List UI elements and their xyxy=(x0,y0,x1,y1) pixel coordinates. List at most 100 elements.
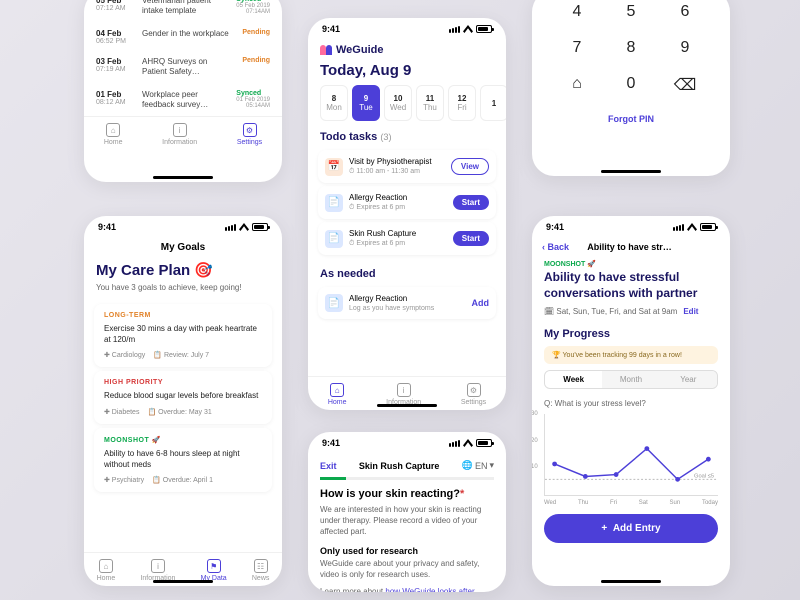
date-cell[interactable]: 10Wed xyxy=(384,85,412,121)
section-header-asneeded: As needed xyxy=(308,258,506,284)
asneeded-task[interactable]: 📄 Allergy ReactionLog as you have sympto… xyxy=(318,287,496,319)
goal-detail-screen: 9:41 ‹ BackAbility to have str… MOONSHOT… xyxy=(532,216,730,586)
date-scroller[interactable]: 8Mon9Tue10Wed11Thu12Fri1 xyxy=(308,85,506,121)
schedule-row: 🗓 Sat, Sun, Tue, Fri, and Sat at 9amEdit xyxy=(532,307,730,324)
sync-row[interactable]: 05 Feb07:12 AMVeterinarian patient intak… xyxy=(84,0,282,23)
forgot-pin-link[interactable]: Forgot PIN xyxy=(532,108,730,130)
form-icon: 📄 xyxy=(325,294,343,312)
status-bar: 9:41 xyxy=(84,216,282,238)
task-icon: 📄 xyxy=(325,194,343,212)
signal-icon xyxy=(225,224,236,231)
faceid-key[interactable]: ⌂ xyxy=(552,68,602,102)
tab-bar: ⌂Home iInformation ⚙Settings xyxy=(84,116,282,150)
globe-icon: 🌐 xyxy=(462,460,473,471)
seg-week[interactable]: Week xyxy=(545,371,602,388)
date-cell[interactable]: 8Mon xyxy=(320,85,348,121)
section-header-todo: Todo tasks (3) xyxy=(308,121,506,147)
progress-header: My Progress xyxy=(532,324,730,344)
tab-information[interactable]: iInformation xyxy=(386,383,421,406)
task-icon: 📄 xyxy=(325,230,343,248)
page-subtitle: You have 3 goals to achieve, keep going! xyxy=(84,283,282,300)
sync-row[interactable]: 03 Feb07:19 AMAHRQ Surveys on Patient Sa… xyxy=(84,51,282,84)
tab-information[interactable]: iInformation xyxy=(162,123,197,146)
pin-pad-screen: 456 789 ⌂0⌫ Forgot PIN xyxy=(532,0,730,176)
date-cell[interactable]: 1 xyxy=(480,85,506,121)
back-button[interactable]: ‹ Back xyxy=(542,242,569,252)
wifi-icon xyxy=(239,223,249,231)
question-body-3: Learn more about how WeGuide looks after xyxy=(308,586,506,592)
num-key-7[interactable]: 7 xyxy=(552,32,602,64)
num-key-0[interactable]: 0 xyxy=(606,68,656,102)
date-cell[interactable]: 12Fri xyxy=(448,85,476,121)
edit-schedule-button[interactable]: Edit xyxy=(683,307,698,316)
goal-card[interactable]: LONG-TERMExercise 30 mins a day with pea… xyxy=(94,304,272,367)
battery-icon xyxy=(252,223,268,231)
tab-home[interactable]: ⌂Home xyxy=(97,559,116,582)
info-icon: i xyxy=(173,123,187,137)
num-key-8[interactable]: 8 xyxy=(606,32,656,64)
sync-row[interactable]: 04 Feb06:52 PMGender in the workplacePen… xyxy=(84,23,282,51)
language-selector[interactable]: 🌐EN ▾ xyxy=(462,460,494,471)
brand-logo: WeGuide xyxy=(308,40,506,60)
range-segment[interactable]: WeekMonthYear xyxy=(544,370,718,389)
task-card[interactable]: 📄Skin Rush Capture⏱ Expires at 6 pmStart xyxy=(318,222,496,255)
add-entry-button[interactable]: + Add Entry xyxy=(544,514,718,543)
date-cell[interactable]: 9Tue xyxy=(352,85,380,121)
task-action-button[interactable]: View xyxy=(451,158,489,175)
goal-card[interactable]: MOONSHOT 🚀Ability to have 6-8 hours slee… xyxy=(94,428,272,492)
add-button[interactable]: Add xyxy=(472,298,490,308)
task-action-button[interactable]: Start xyxy=(453,231,489,246)
num-key-6[interactable]: 6 xyxy=(660,0,710,28)
home-icon: ⌂ xyxy=(106,123,120,137)
screen-header: My Goals xyxy=(84,238,282,257)
sync-log-screen: 05 Feb07:12 AMVeterinarian patient intak… xyxy=(84,0,282,182)
sync-row[interactable]: 01 Feb08:12 AMWorkplace peer feedback su… xyxy=(84,84,282,117)
goal-card[interactable]: HIGH PRIORITYReduce blood sugar levels b… xyxy=(94,371,272,423)
survey-screen: 9:41 Exit Skin Rush Capture 🌐EN ▾ How is… xyxy=(308,432,506,592)
seg-month[interactable]: Month xyxy=(602,371,659,388)
nav-header: ‹ BackAbility to have str… xyxy=(532,238,730,256)
question-subhead: Only used for research xyxy=(308,544,506,558)
num-key-4[interactable]: 4 xyxy=(552,0,602,28)
num-key-9[interactable]: 9 xyxy=(660,32,710,64)
line-chart: 302010 Goal ≤5 xyxy=(544,414,718,496)
backspace-key[interactable]: ⌫ xyxy=(660,68,710,102)
goal-tag: MOONSHOT 🚀 xyxy=(532,256,730,268)
streak-banner: 🏆 You've been tracking 99 days in a row! xyxy=(544,346,718,364)
chart-x-labels: WedThuFriSatSunToday xyxy=(532,500,730,506)
chart-question: Q: What is your stress level? xyxy=(532,393,730,410)
tab-news[interactable]: ☷News xyxy=(252,559,270,582)
home-indicator xyxy=(153,580,213,583)
home-today-screen: 9:41 WeGuide Today, Aug 9 8Mon9Tue10Wed1… xyxy=(308,18,506,410)
privacy-link[interactable]: how WeGuide looks after xyxy=(385,587,474,592)
chart-svg: Goal ≤5 xyxy=(545,414,718,493)
exit-button[interactable]: Exit xyxy=(320,461,337,471)
keypad: 456 789 ⌂0⌫ xyxy=(532,0,730,108)
care-plan-screen: 9:41 My Goals My Care Plan 🎯 You have 3 … xyxy=(84,216,282,586)
goal-title: Ability to have stressful conversations … xyxy=(532,268,730,307)
survey-title: Skin Rush Capture xyxy=(359,461,440,471)
page-title: My Care Plan 🎯 xyxy=(84,257,282,283)
tab-mydata[interactable]: ⚑My Data xyxy=(201,559,227,582)
home-indicator xyxy=(153,176,213,179)
question-body: We are interested in how your skin is re… xyxy=(308,504,506,544)
task-icon: 📅 xyxy=(325,158,343,176)
tab-settings[interactable]: ⚙Settings xyxy=(237,123,262,146)
logo-icon xyxy=(320,45,332,55)
tab-settings[interactable]: ⚙Settings xyxy=(461,383,486,406)
svg-text:Goal ≤5: Goal ≤5 xyxy=(694,474,714,480)
tab-home[interactable]: ⌂Home xyxy=(104,123,123,146)
task-card[interactable]: 📅Visit by Physiotherapist⏱ 11:00 am - 11… xyxy=(318,150,496,183)
task-action-button[interactable]: Start xyxy=(453,195,489,210)
survey-header: Exit Skin Rush Capture 🌐EN ▾ xyxy=(308,454,506,477)
question-body-2: WeGuide care about your privacy and safe… xyxy=(308,558,506,586)
question-title: How is your skin reacting?* xyxy=(308,480,506,504)
date-cell[interactable]: 11Thu xyxy=(416,85,444,121)
page-title: Today, Aug 9 xyxy=(308,60,506,85)
task-card[interactable]: 📄Allergy Reaction⏱ Expires at 6 pmStart xyxy=(318,186,496,219)
seg-year[interactable]: Year xyxy=(660,371,717,388)
tab-home[interactable]: ⌂Home xyxy=(328,383,347,406)
tab-information[interactable]: iInformation xyxy=(140,559,175,582)
num-key-5[interactable]: 5 xyxy=(606,0,656,28)
gear-icon: ⚙ xyxy=(243,123,257,137)
